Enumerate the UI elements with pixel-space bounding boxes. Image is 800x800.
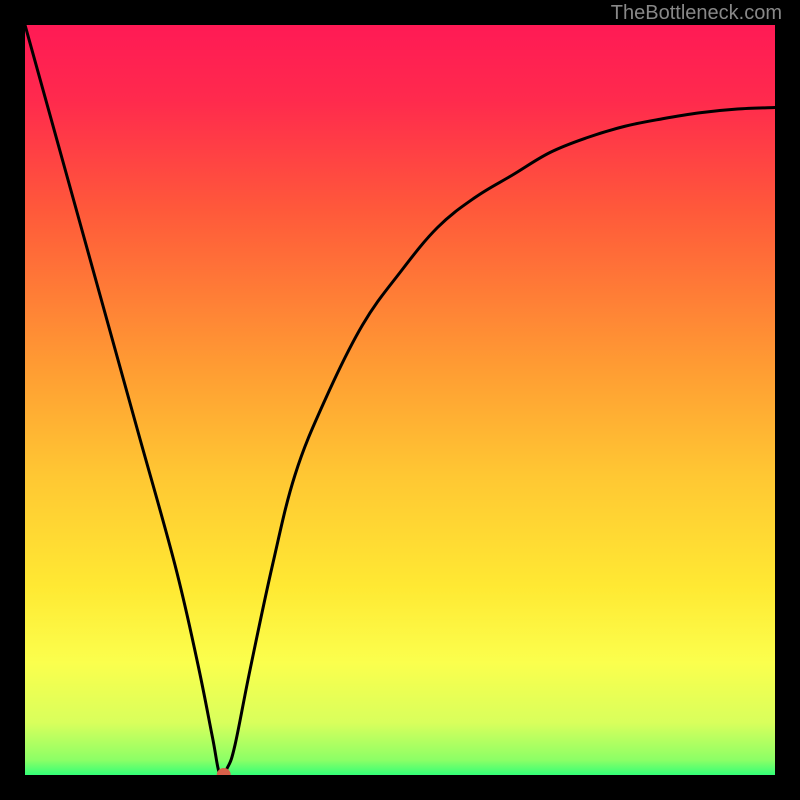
chart-plot-area xyxy=(25,25,775,775)
watermark-label: TheBottleneck.com xyxy=(611,2,782,25)
gradient-background xyxy=(25,25,775,775)
chart-svg xyxy=(25,25,775,775)
chart-container: TheBottleneck.com xyxy=(0,0,800,800)
